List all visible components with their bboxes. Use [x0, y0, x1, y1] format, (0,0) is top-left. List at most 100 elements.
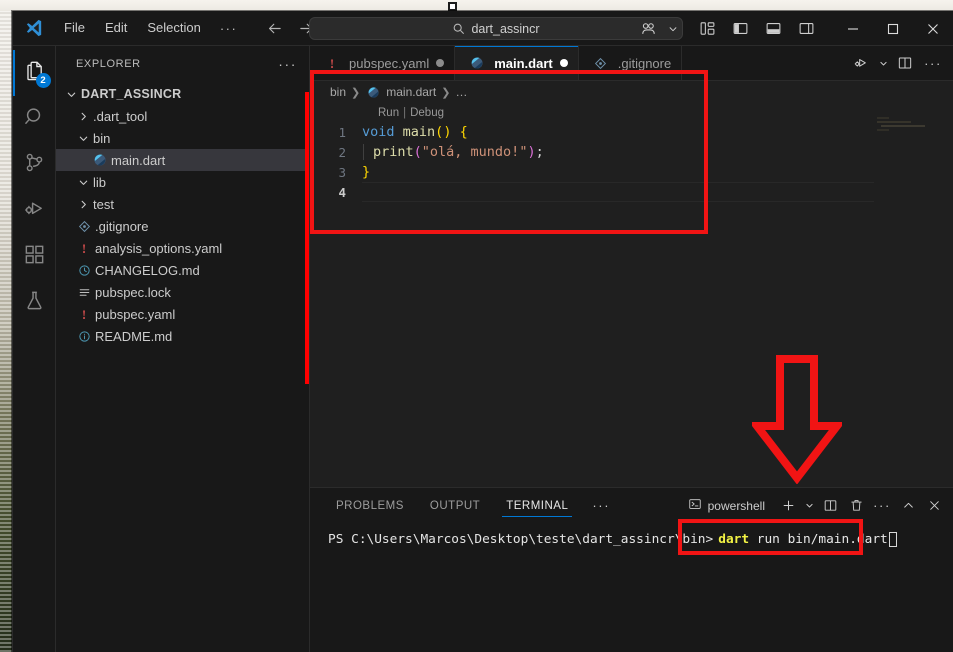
activitybar-item-testing[interactable]	[13, 280, 56, 326]
annotation-down-arrow-icon	[752, 355, 842, 484]
line-number: 4	[338, 184, 346, 200]
quick-open-input[interactable]: dart_assincr	[309, 17, 683, 40]
code-line-3: 3 }	[310, 162, 953, 182]
tree-root-dart-assincr[interactable]: DART_ASSINCR	[56, 83, 309, 105]
tree-item-main-dart[interactable]: main.dart	[56, 149, 309, 171]
breadcrumb-main-dart[interactable]: main.dart	[386, 85, 436, 99]
minimize-icon[interactable]	[833, 11, 873, 46]
breadcrumb-bin[interactable]: bin	[330, 85, 346, 99]
line-content-current	[362, 182, 874, 202]
tree-item-pubspec-yaml[interactable]: ! pubspec.yaml	[56, 303, 309, 325]
terminal-line: PS C:\Users\Marcos\Desktop\teste\dart_as…	[328, 529, 953, 549]
tree-item-label: .gitignore	[95, 218, 149, 234]
menu-edit[interactable]: Edit	[96, 17, 136, 39]
activitybar-item-extensions[interactable]	[13, 234, 56, 280]
tree-item-label: bin	[93, 130, 111, 146]
chevron-right-icon	[74, 111, 92, 122]
tab-gitignore[interactable]: .gitignore	[578, 46, 683, 80]
code-editor[interactable]: Run | Debug 1 void main() { 2 print("olá…	[310, 103, 953, 487]
minimap-line	[877, 129, 889, 131]
tab-dirty-indicator[interactable]	[436, 59, 445, 67]
tree-item-pubspec-lock[interactable]: pubspec.lock	[56, 281, 309, 303]
git-icon	[591, 57, 611, 70]
editor-tabs: ! pubspec.yaml main.dart .gitignore ···	[310, 46, 953, 81]
plus-icon[interactable]	[775, 493, 801, 519]
tree-item-readme[interactable]: README.md	[56, 325, 309, 347]
tab-dirty-indicator[interactable]	[559, 59, 568, 67]
toggle-primary-sidebar-icon[interactable]	[724, 14, 757, 44]
remote-window-icon[interactable]	[632, 14, 665, 44]
close-icon[interactable]	[913, 11, 953, 46]
vscode-logo-icon	[13, 18, 55, 38]
codelens-run-link[interactable]: Run	[378, 107, 399, 119]
tree-root-label: DART_ASSINCR	[81, 87, 182, 101]
ellipsis-icon[interactable]: ···	[274, 54, 301, 74]
panel-tab-problems[interactable]: PROBLEMS	[328, 488, 412, 523]
menu-more-icon[interactable]: ···	[212, 18, 246, 39]
panel-header: PROBLEMS OUTPUT TERMINAL ··· powershell …	[310, 488, 953, 523]
line-number: 1	[338, 124, 346, 140]
sidebar-title: EXPLORER	[76, 57, 141, 70]
explorer-badge: 2	[35, 73, 51, 88]
chevron-down-icon	[74, 133, 92, 144]
activitybar-item-explorer[interactable]: 2	[12, 50, 56, 96]
terminal-prompt: PS C:\Users\Marcos\Desktop\teste\dart_as…	[328, 531, 714, 547]
toggle-panel-icon[interactable]	[757, 14, 790, 44]
panel-tab-output[interactable]: OUTPUT	[422, 488, 488, 523]
activitybar-item-run-and-debug[interactable]	[13, 188, 56, 234]
terminal-body[interactable]: PS C:\Users\Marcos\Desktop\teste\dart_as…	[310, 523, 953, 652]
activitybar-item-search[interactable]	[13, 96, 56, 142]
chevron-down-icon[interactable]	[875, 49, 891, 77]
sidebar-header: EXPLORER ···	[56, 46, 309, 81]
bottom-panel: PROBLEMS OUTPUT TERMINAL ··· powershell …	[310, 487, 953, 652]
editor-group: ! pubspec.yaml main.dart .gitignore ··· …	[310, 46, 953, 652]
close-icon[interactable]	[921, 493, 947, 519]
chevron-down-icon[interactable]	[665, 14, 681, 44]
debug-alt-icon	[23, 197, 46, 225]
run-debug-icon[interactable]	[847, 49, 875, 77]
tab-main-dart[interactable]: main.dart	[455, 46, 579, 80]
tab-label: .gitignore	[617, 55, 672, 71]
split-terminal-icon[interactable]	[817, 493, 843, 519]
chevron-down-icon	[74, 177, 92, 188]
tree-item-bin[interactable]: bin	[56, 127, 309, 149]
ellipsis-icon[interactable]: ···	[586, 498, 616, 513]
tree-item-lib[interactable]: lib	[56, 171, 309, 193]
tree-item-dart-tool[interactable]: .dart_tool	[56, 105, 309, 127]
chevron-down-icon[interactable]	[801, 493, 817, 519]
ellipsis-icon[interactable]: ···	[869, 493, 895, 519]
customize-layout-icon[interactable]	[691, 14, 724, 44]
menu-selection[interactable]: Selection	[138, 17, 209, 39]
menu-bar: File Edit Selection ···	[55, 17, 245, 39]
arrow-left-icon[interactable]	[263, 17, 285, 39]
menu-file[interactable]: File	[55, 17, 94, 39]
terminal-selector[interactable]: powershell	[682, 495, 771, 516]
chevron-up-icon[interactable]	[895, 493, 921, 519]
trash-icon[interactable]	[843, 493, 869, 519]
panel-actions: powershell ···	[682, 493, 953, 519]
token-paren-open: (	[413, 144, 422, 160]
token-space-2	[451, 124, 459, 140]
source-control-icon	[23, 151, 46, 179]
tree-item-changelog[interactable]: CHANGELOG.md	[56, 259, 309, 281]
tree-item-test[interactable]: test	[56, 193, 309, 215]
ellipsis-icon[interactable]: ···	[919, 49, 947, 77]
token-paren-close: )	[527, 144, 536, 160]
tab-pubspec-yaml[interactable]: ! pubspec.yaml	[310, 46, 456, 80]
code-line-4: 4	[310, 182, 953, 202]
line-content: void main() {	[362, 124, 468, 140]
vscode-window: File Edit Selection ··· dart_assincr 2 E…	[12, 11, 953, 652]
minimap[interactable]	[877, 117, 939, 207]
tree-item-gitignore[interactable]: .gitignore	[56, 215, 309, 237]
tree-item-analysis-options[interactable]: ! analysis_options.yaml	[56, 237, 309, 259]
breadcrumb-symbol-more[interactable]: …	[455, 85, 467, 99]
dart-icon	[90, 153, 110, 167]
toggle-secondary-sidebar-icon[interactable]	[790, 14, 823, 44]
sidebar-scrollbar[interactable]	[305, 92, 309, 384]
maximize-icon[interactable]	[873, 11, 913, 46]
panel-tab-terminal[interactable]: TERMINAL	[498, 488, 576, 523]
codelens-debug-link[interactable]: Debug	[410, 107, 444, 119]
activitybar-item-source-control[interactable]	[13, 142, 56, 188]
token-brace-close: }	[362, 164, 371, 180]
split-editor-icon[interactable]	[891, 49, 919, 77]
